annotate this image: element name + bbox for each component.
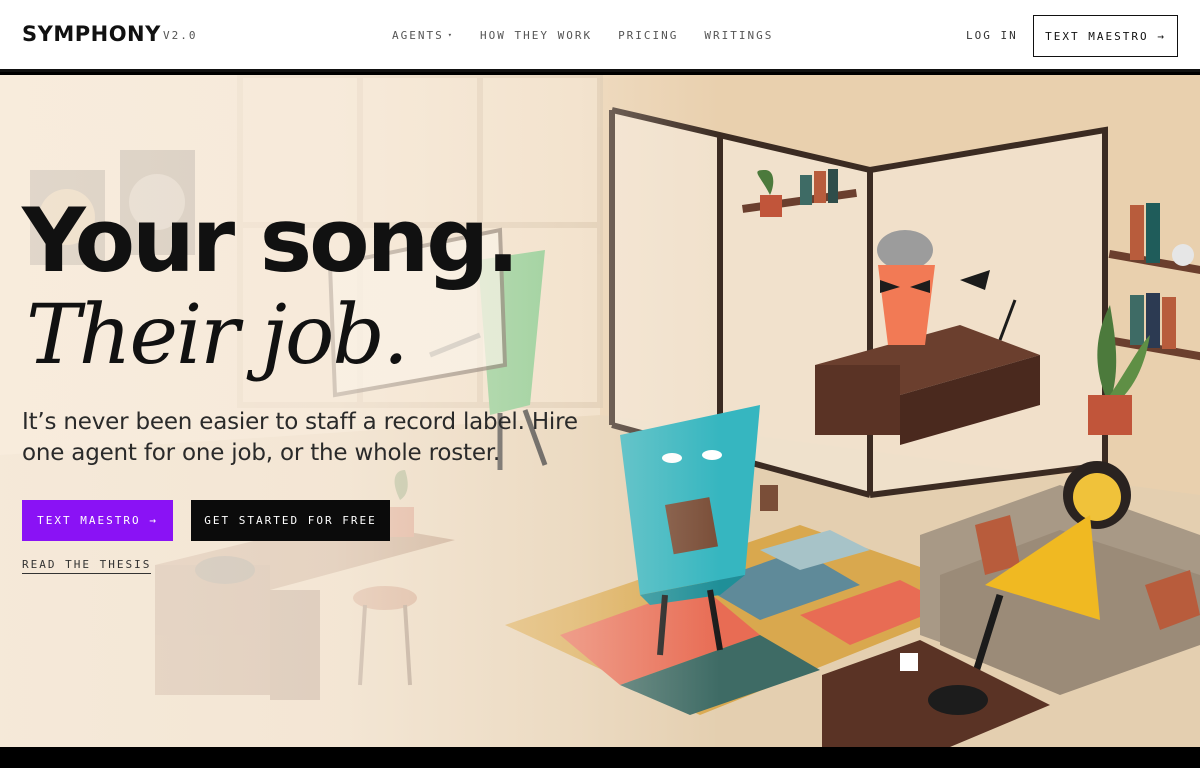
nav-item-agents[interactable]: AGENTS ▾ — [392, 29, 454, 42]
chevron-down-icon: ▾ — [447, 31, 454, 39]
nav-item-writings[interactable]: WRITINGS — [704, 29, 773, 42]
nav-item-how-they-work[interactable]: HOW THEY WORK — [480, 29, 592, 42]
headline-line-1: Your song. — [22, 189, 520, 292]
headline-line-2: Their job. — [26, 288, 409, 383]
nav-item-pricing[interactable]: PRICING — [618, 29, 678, 42]
brand-logo[interactable]: SYMPHONY — [22, 22, 161, 46]
nav-links: AGENTS ▾ HOW THEY WORK PRICING WRITINGS — [392, 29, 799, 42]
version-label: V2.0 — [163, 29, 198, 42]
hero-section: Your song. Their job. It’s never been ea… — [0, 75, 1200, 747]
text-maestro-button[interactable]: TEXT MAESTRO → — [22, 500, 173, 541]
read-thesis-link[interactable]: READ THE THESIS — [22, 558, 152, 574]
nav-item-agents-label: AGENTS — [392, 29, 444, 42]
bottom-bar — [0, 747, 1200, 768]
text-maestro-nav-button[interactable]: TEXT MAESTRO → — [1033, 15, 1178, 57]
login-link[interactable]: LOG IN — [966, 29, 1018, 42]
hero-subtitle: It’s never been easier to staff a record… — [22, 409, 578, 466]
top-nav: SYMPHONY V2.0 AGENTS ▾ HOW THEY WORK PRIC… — [0, 0, 1200, 72]
get-started-button[interactable]: GET STARTED FOR FREE — [191, 500, 390, 541]
